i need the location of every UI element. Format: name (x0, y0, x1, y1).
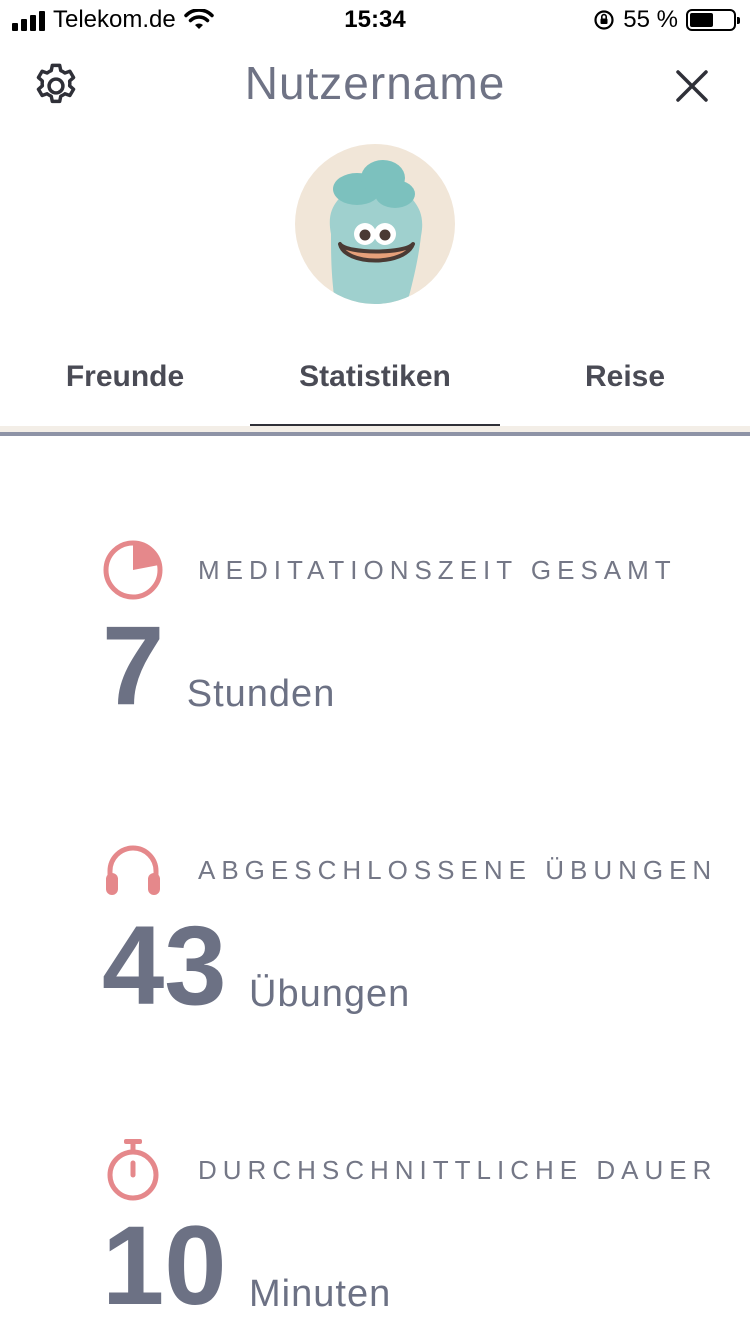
battery-icon (686, 9, 740, 31)
stat-unit: Übungen (249, 973, 411, 1015)
stat-label: MEDITATIONSZEIT GESAMT (198, 554, 677, 585)
stat-unit: Minuten (249, 1273, 392, 1315)
stat-label: ABGESCHLOSSENE ÜBUNGEN (198, 854, 718, 885)
stat-unit: Stunden (186, 673, 336, 715)
stopwatch-icon (107, 1139, 159, 1201)
battery-percent: 55 % (623, 6, 678, 33)
close-button[interactable] (668, 62, 716, 110)
profile-header: Nutzername (0, 44, 750, 128)
stat-average-duration: DURCHSCHNITTLICHE DAUER 10 Minuten (102, 1138, 722, 1328)
close-icon (676, 70, 708, 102)
stat-label: DURCHSCHNITTLICHE DAUER (198, 1154, 718, 1185)
stat-value: 10 (102, 1203, 227, 1328)
avatar[interactable] (295, 144, 455, 304)
tab-reise[interactable]: Reise (500, 340, 750, 420)
avatar-character (329, 160, 455, 304)
tabs-divider (0, 432, 750, 436)
headphones-icon (106, 845, 160, 895)
tab-freunde[interactable]: Freunde (0, 340, 250, 420)
tab-statistiken[interactable]: Statistiken (250, 340, 500, 420)
status-bar: Telekom.de 15:34 55 % (0, 0, 750, 44)
stat-value: 7 (102, 603, 165, 728)
pie-clock-icon (103, 540, 163, 600)
stat-total-time: MEDITATIONSZEIT GESAMT 7 Stunden (102, 538, 722, 728)
profile-tabs: Freunde Statistiken Reise (0, 340, 750, 434)
battery-fill (690, 13, 714, 27)
status-right: 55 % (593, 6, 740, 34)
stat-value: 43 (102, 903, 227, 1028)
stat-completed-exercises: ABGESCHLOSSENE ÜBUNGEN 43 Übungen (102, 838, 722, 1028)
rotation-lock-icon (594, 10, 614, 30)
page-title: Nutzername (244, 57, 506, 109)
